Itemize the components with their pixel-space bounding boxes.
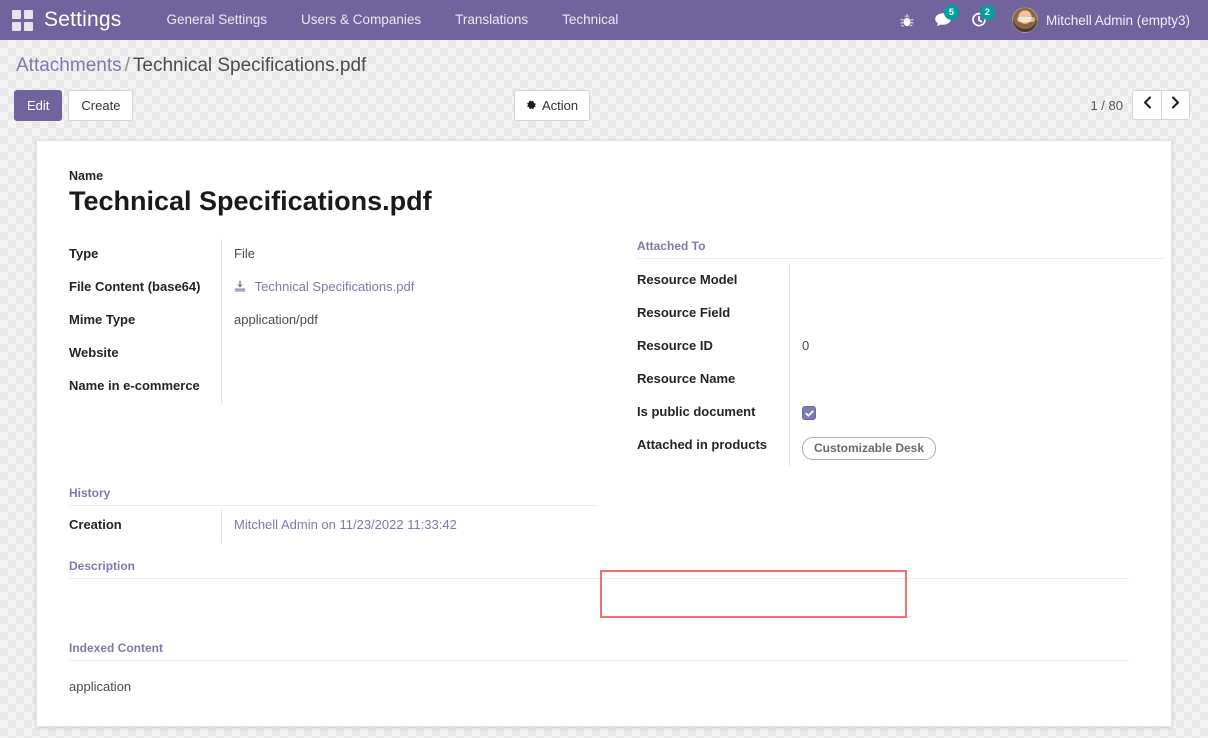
- section-title-attached-to: Attached To: [637, 239, 1165, 259]
- field-creation: Creation Mitchell Admin on 11/23/2022 11…: [69, 510, 597, 544]
- field-label-website: Website: [69, 344, 119, 360]
- pager-next-button[interactable]: [1161, 91, 1189, 119]
- pager-buttons: [1132, 90, 1190, 120]
- product-tag[interactable]: Customizable Desk: [802, 436, 937, 461]
- section-title-description: Description: [69, 559, 1129, 580]
- breadcrumb-current: Technical Specifications.pdf: [132, 55, 367, 76]
- breadcrumb-separator: /: [124, 55, 130, 76]
- pager-count: 1 / 80: [1090, 97, 1123, 113]
- action-menu-label: Action: [542, 98, 579, 113]
- field-value-website: [221, 337, 597, 371]
- download-icon: [234, 280, 250, 295]
- field-mime-type: Mime Type application/pdf: [69, 304, 597, 338]
- control-panel: Attachments / Technical Specifications.pdf…: [0, 40, 1208, 132]
- field-label-resource-name: Resource Name: [637, 370, 736, 386]
- field-label-name-in-ecommerce: Name in e-commerce: [69, 377, 200, 393]
- field-type: Type File: [69, 238, 597, 272]
- user-name-label: Mitchell Admin (empty3): [1045, 12, 1190, 28]
- field-value-resource-id: 0: [789, 330, 1165, 364]
- field-label-resource-model: Resource Model: [637, 271, 738, 287]
- action-menu-button[interactable]: Action: [514, 90, 591, 121]
- name-field-label: Name: [69, 169, 104, 183]
- form-sheet: Name Technical Specifications.pdf Type F…: [36, 140, 1172, 727]
- field-value-attached-in-products: Customizable Desk: [789, 429, 1165, 467]
- field-value-type: File: [221, 238, 597, 272]
- field-value-resource-model: [789, 264, 1165, 298]
- nav-item-technical[interactable]: Technical: [545, 0, 635, 40]
- gear-icon: [526, 100, 537, 111]
- edit-button[interactable]: Edit: [14, 90, 63, 121]
- is-public-document-checkbox[interactable]: [802, 406, 816, 421]
- form-sheet-background: Name Technical Specifications.pdf Type F…: [0, 132, 1208, 738]
- user-menu-button[interactable]: Mitchell Admin (empty3): [998, 0, 1196, 40]
- description-section: Description: [69, 559, 1129, 625]
- form-column-left: Type File File Content (base64) Technica…: [69, 238, 597, 467]
- description-value[interactable]: [69, 583, 1129, 625]
- creation-user-link[interactable]: Mitchell Admin on 11/23/2022 11:33:42: [234, 517, 457, 532]
- nav-item-translations[interactable]: Translations: [438, 0, 545, 40]
- section-title-history: History: [69, 486, 597, 507]
- breadcrumb: Attachments / Technical Specifications.pdf: [16, 54, 366, 78]
- field-attached-in-products: Attached in products Customizable Desk: [637, 429, 1165, 467]
- field-label-file-content: File Content (base64): [69, 278, 201, 294]
- page-title: Technical Specifications.pdf: [69, 186, 432, 216]
- top-navbar: Settings General Settings Users & Compan…: [0, 0, 1208, 40]
- field-value-resource-field: [789, 297, 1165, 331]
- field-label-is-public-document: Is public document: [637, 403, 756, 419]
- field-value-name-in-ecommerce: [221, 370, 597, 404]
- app-brand-title[interactable]: Settings: [44, 8, 121, 32]
- field-value-resource-name: [789, 363, 1165, 397]
- activities-button[interactable]: 2: [962, 0, 996, 40]
- field-name-in-ecommerce: Name in e-commerce: [69, 370, 597, 404]
- field-website: Website: [69, 337, 597, 371]
- field-label-type: Type: [69, 245, 99, 261]
- section-title-indexed-content: Indexed Content: [69, 641, 1129, 662]
- form-column-right: Attached To Resource Model Resource Fiel…: [637, 239, 1165, 467]
- activities-badge: 2: [979, 5, 995, 20]
- apps-menu-button[interactable]: [0, 0, 44, 40]
- pager: 1 / 80: [1090, 90, 1190, 120]
- navbar-systray: 5 2 Mitchell Admin (empty3): [890, 0, 1208, 40]
- field-resource-model: Resource Model: [637, 264, 1165, 298]
- nav-item-general-settings[interactable]: General Settings: [149, 0, 284, 40]
- field-resource-field: Resource Field: [637, 297, 1165, 331]
- field-is-public-document: Is public document: [637, 396, 1165, 430]
- indexed-content-value[interactable]: application: [69, 665, 1129, 694]
- field-label-creation: Creation: [69, 517, 122, 533]
- nav-menu-list: General Settings Users & Companies Trans…: [149, 0, 635, 40]
- bug-icon[interactable]: [890, 0, 924, 40]
- field-value-mime-type: application/pdf: [221, 304, 597, 338]
- chevron-right-icon: [1171, 96, 1180, 114]
- field-resource-name: Resource Name: [637, 363, 1165, 397]
- messages-badge: 5: [943, 5, 959, 20]
- grid-apps-icon: [11, 9, 33, 31]
- file-content-link[interactable]: Technical Specifications.pdf: [255, 279, 415, 294]
- breadcrumb-root-link[interactable]: Attachments: [16, 55, 122, 76]
- nav-item-users-companies[interactable]: Users & Companies: [284, 0, 438, 40]
- create-button[interactable]: Create: [68, 90, 134, 121]
- chevron-left-icon: [1143, 96, 1152, 114]
- field-file-content: File Content (base64) Technical Specific…: [69, 271, 597, 305]
- indexed-content-section: Indexed Content application: [69, 641, 1129, 694]
- messages-button[interactable]: 5: [926, 0, 960, 40]
- field-label-resource-id: Resource ID: [637, 337, 713, 353]
- field-label-mime-type: Mime Type: [69, 311, 136, 327]
- field-value-creation: Mitchell Admin on 11/23/2022 11:33:42: [221, 510, 597, 544]
- pager-previous-button[interactable]: [1133, 91, 1161, 119]
- field-label-resource-field: Resource Field: [637, 304, 731, 320]
- form-action-buttons: Edit Create: [14, 90, 134, 121]
- action-menu-wrapper: Action: [514, 90, 591, 121]
- field-value-file-content: Technical Specifications.pdf: [221, 271, 597, 305]
- field-resource-id: Resource ID 0: [637, 330, 1165, 364]
- lower-sections: History Creation Mitchell Admin on 11/23…: [69, 486, 1139, 694]
- form-columns: Type File File Content (base64) Technica…: [69, 238, 1165, 467]
- avatar: [1011, 7, 1038, 33]
- field-value-is-public-document: [789, 396, 1165, 430]
- field-label-attached-in-products: Attached in products: [637, 436, 768, 452]
